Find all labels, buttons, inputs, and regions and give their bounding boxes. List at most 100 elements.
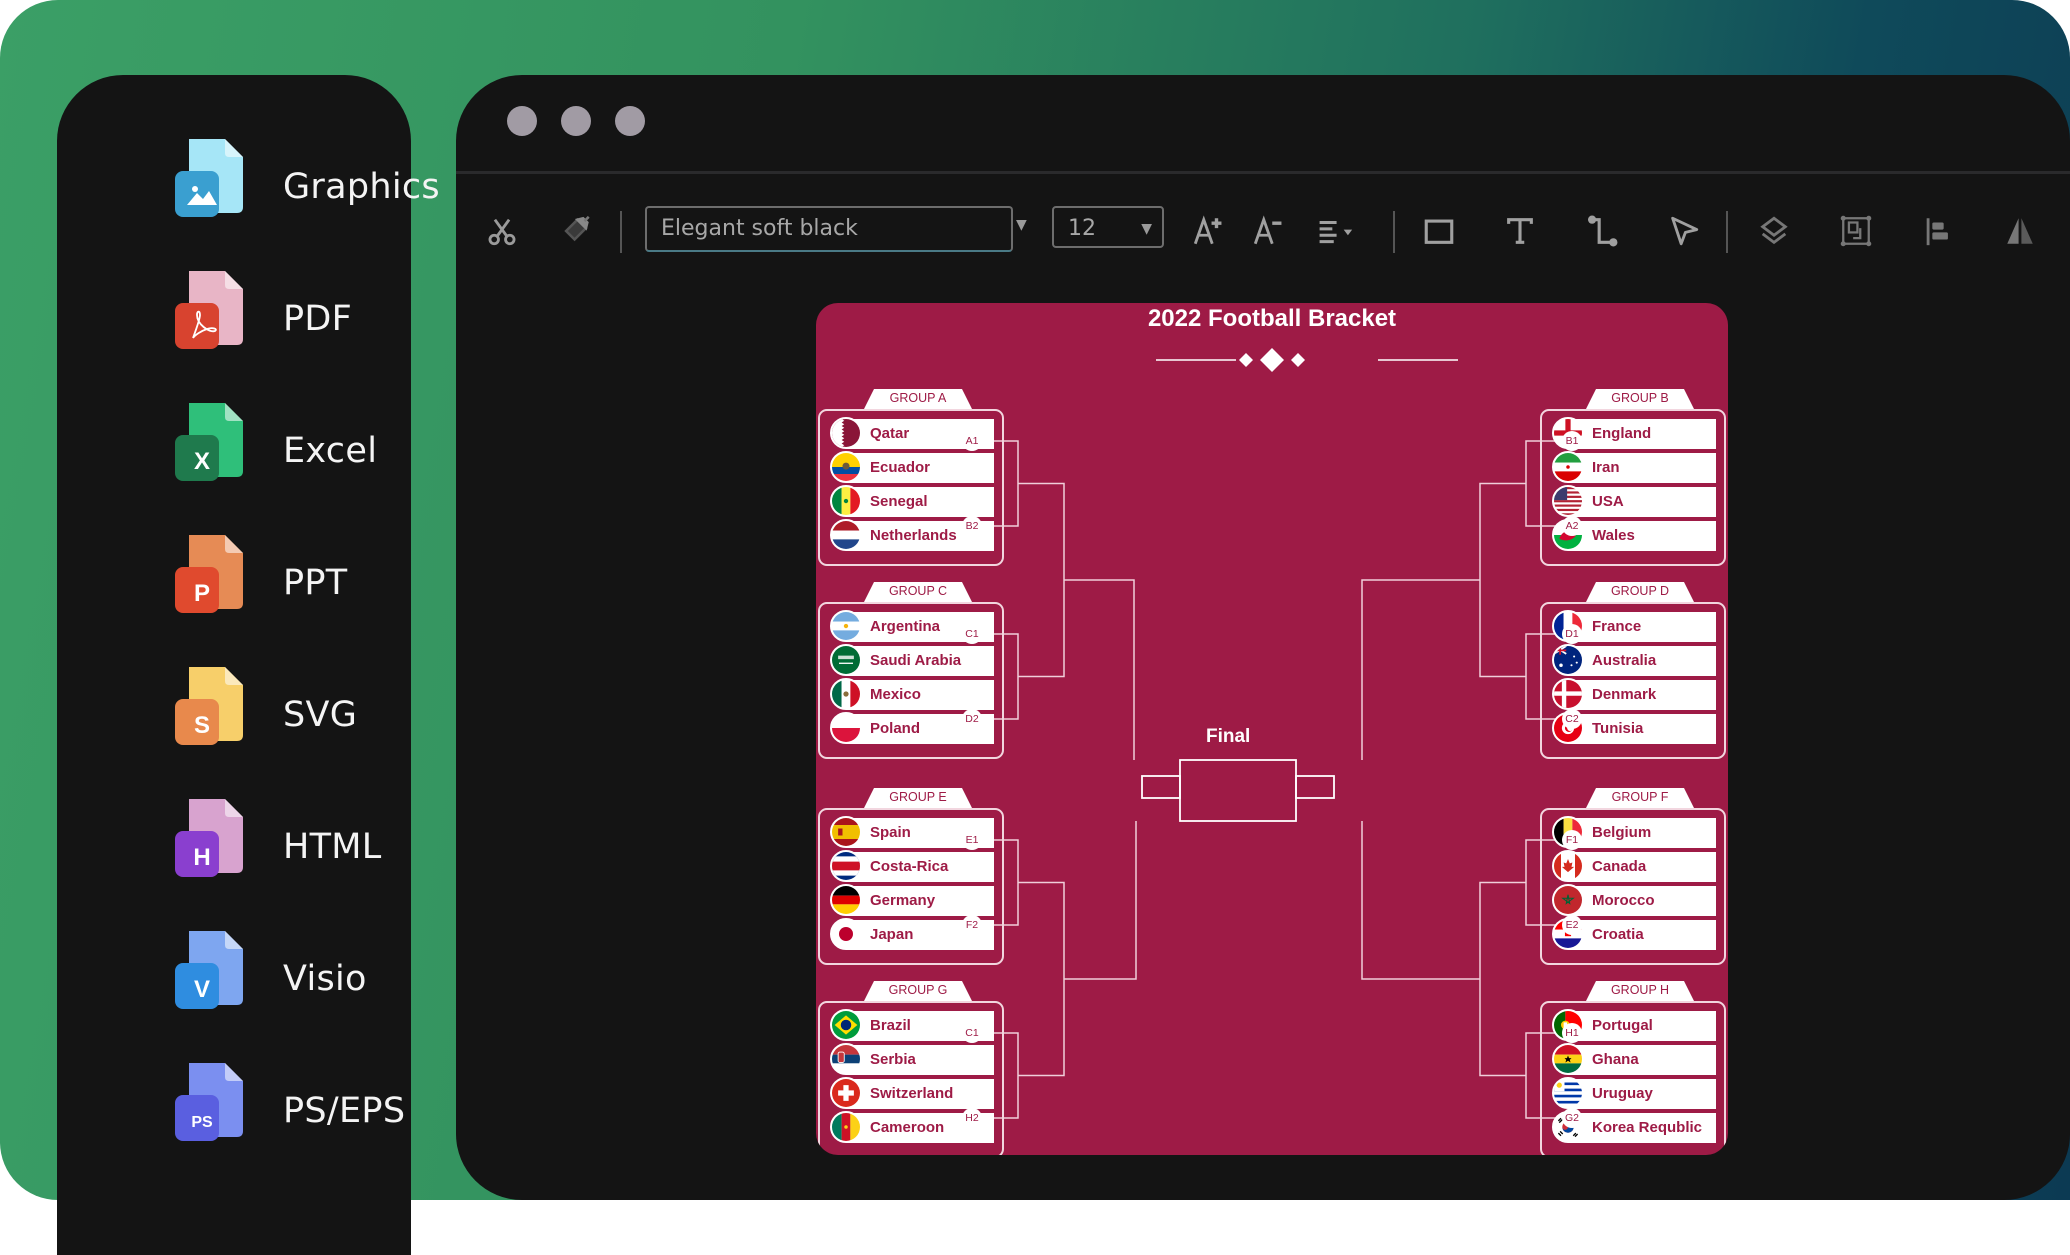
graphics-file-icon xyxy=(175,139,243,217)
team-row[interactable]: Ecuador xyxy=(830,451,994,483)
flip-button[interactable] xyxy=(1998,209,2042,253)
bracket-connector xyxy=(1361,579,1480,760)
connector-tool-button[interactable] xyxy=(1580,209,1624,253)
flag-icon-netherlands xyxy=(830,519,862,551)
seed-badge: C2 xyxy=(1562,709,1582,729)
team-row[interactable]: Saudi Arabia xyxy=(830,644,994,676)
text-align-button[interactable] xyxy=(1308,209,1368,253)
sidebar-item-label: Excel xyxy=(283,431,378,471)
cut-button[interactable] xyxy=(480,209,524,253)
team-row[interactable]: Canada xyxy=(1552,850,1716,882)
seed-badge: D2 xyxy=(962,709,982,729)
final-left-slot[interactable] xyxy=(1141,775,1181,799)
team-name: France xyxy=(1592,618,1642,635)
align-left-button[interactable] xyxy=(1916,209,1960,253)
team-row[interactable]: USA xyxy=(1552,485,1716,517)
paint-brush-icon xyxy=(564,215,590,242)
flag-icon-australia xyxy=(1552,644,1584,676)
flag-icon-ecuador xyxy=(830,451,862,483)
group-name: GROUP G xyxy=(888,983,948,997)
font-family-input[interactable]: Elegant soft black xyxy=(645,206,1013,252)
sidebar-item-excel[interactable]: X Excel xyxy=(115,401,415,501)
sidebar-item-svg[interactable]: S SVG xyxy=(115,665,415,765)
select-tool-button[interactable] xyxy=(1662,209,1706,253)
group-tab: GROUP A xyxy=(864,389,972,409)
seed-badge: A2 xyxy=(1562,516,1582,536)
team-name: Poland xyxy=(870,720,921,737)
flag-icon-qatar xyxy=(830,417,862,449)
team-name: Mexico xyxy=(870,686,921,703)
team-row[interactable]: Iran xyxy=(1552,451,1716,483)
final-right-slot[interactable] xyxy=(1295,775,1335,799)
sidebar-item-pdf[interactable]: PDF xyxy=(115,269,415,369)
seed-badge: H1 xyxy=(1562,1023,1582,1043)
team-row[interactable]: Senegal xyxy=(830,485,994,517)
window-maximize-dot[interactable] xyxy=(615,106,645,136)
team-row[interactable]: Costa-Rica xyxy=(830,850,994,882)
rectangle-tool-button[interactable] xyxy=(1417,209,1461,253)
team-bar xyxy=(1568,612,1716,642)
svg-text:H: H xyxy=(193,844,210,871)
flag-icon-ghana xyxy=(1552,1043,1584,1075)
final-box[interactable] xyxy=(1179,759,1297,822)
team-name: Argentina xyxy=(870,618,941,635)
decrease-font-button[interactable] xyxy=(1246,209,1290,253)
sidebar-item-visio[interactable]: V Visio xyxy=(115,929,415,1029)
bracket-connector xyxy=(1361,821,1480,980)
team-row[interactable]: Uruguay xyxy=(1552,1077,1716,1109)
team-bar xyxy=(1568,521,1716,551)
flag-icon-saudi-arabia xyxy=(830,644,862,676)
text-tool-button[interactable] xyxy=(1498,209,1542,253)
team-row[interactable]: Ghana xyxy=(1552,1043,1716,1075)
layers-button[interactable] xyxy=(1752,209,1796,253)
bracket-connector xyxy=(1064,579,1135,760)
team-name: Netherlands xyxy=(870,527,957,544)
bracket-title: 2022 Football Bracket xyxy=(1147,305,1397,332)
visio-file-icon: V xyxy=(175,931,243,1009)
team-row[interactable]: Serbia xyxy=(830,1043,994,1075)
svg-text:P: P xyxy=(194,580,210,607)
flag-icon-uruguay xyxy=(1552,1077,1584,1109)
font-family-dropdown-icon[interactable]: ▼ xyxy=(1016,217,1027,233)
svg-text:X: X xyxy=(194,448,210,475)
chevron-down-icon: ▼ xyxy=(1141,221,1152,237)
team-name: Denmark xyxy=(1592,686,1657,703)
seed-badge: E1 xyxy=(962,830,982,850)
team-row[interactable]: Switzerland xyxy=(830,1077,994,1109)
sidebar-item-label: SVG xyxy=(283,695,358,735)
team-name: Japan xyxy=(870,926,914,943)
team-row[interactable]: Germany xyxy=(830,884,994,916)
excel-file-icon: X xyxy=(175,403,243,481)
team-row[interactable]: Denmark xyxy=(1552,678,1716,710)
sidebar-item-label: Graphics xyxy=(283,167,440,207)
seed-badge: F1 xyxy=(1562,830,1582,850)
flip-icon xyxy=(2007,218,2033,244)
team-bar xyxy=(1568,453,1716,483)
team-row[interactable]: Morocco xyxy=(1552,884,1716,916)
football-bracket-canvas[interactable]: 2022 Football Bracket Final GROUP A Qatar… xyxy=(816,303,1728,1155)
toolbar-separator xyxy=(1393,211,1395,253)
team-row[interactable]: Mexico xyxy=(830,678,994,710)
svg-text:PS: PS xyxy=(191,1114,213,1131)
flag-icon-brazil xyxy=(830,1009,862,1041)
team-row[interactable]: Australia xyxy=(1552,644,1716,676)
sidebar-item-ps-eps[interactable]: PS PS/EPS xyxy=(115,1061,415,1161)
flag-icon-cameroon xyxy=(830,1111,862,1143)
sidebar-item-label: HTML xyxy=(283,827,382,867)
group-button[interactable] xyxy=(1834,209,1878,253)
increase-font-button[interactable] xyxy=(1186,209,1230,253)
flag-icon-germany xyxy=(830,884,862,916)
sidebar-item-ppt[interactable]: P PPT xyxy=(115,533,415,633)
team-name: Cameroon xyxy=(870,1119,945,1136)
sidebar-item-html[interactable]: H HTML xyxy=(115,797,415,897)
rectangle-icon xyxy=(1424,219,1454,244)
window-minimize-dot[interactable] xyxy=(561,106,591,136)
seed-badge: G2 xyxy=(1562,1108,1582,1128)
bracket-connector xyxy=(1018,881,1065,1077)
sidebar-item-graphics[interactable]: Graphics xyxy=(115,137,440,237)
format-painter-button[interactable] xyxy=(554,209,598,253)
team-name: Uruguay xyxy=(1592,1085,1653,1102)
team-name: England xyxy=(1592,425,1652,442)
window-close-dot[interactable] xyxy=(507,106,537,136)
font-size-select[interactable]: 12 ▼ xyxy=(1052,206,1164,248)
